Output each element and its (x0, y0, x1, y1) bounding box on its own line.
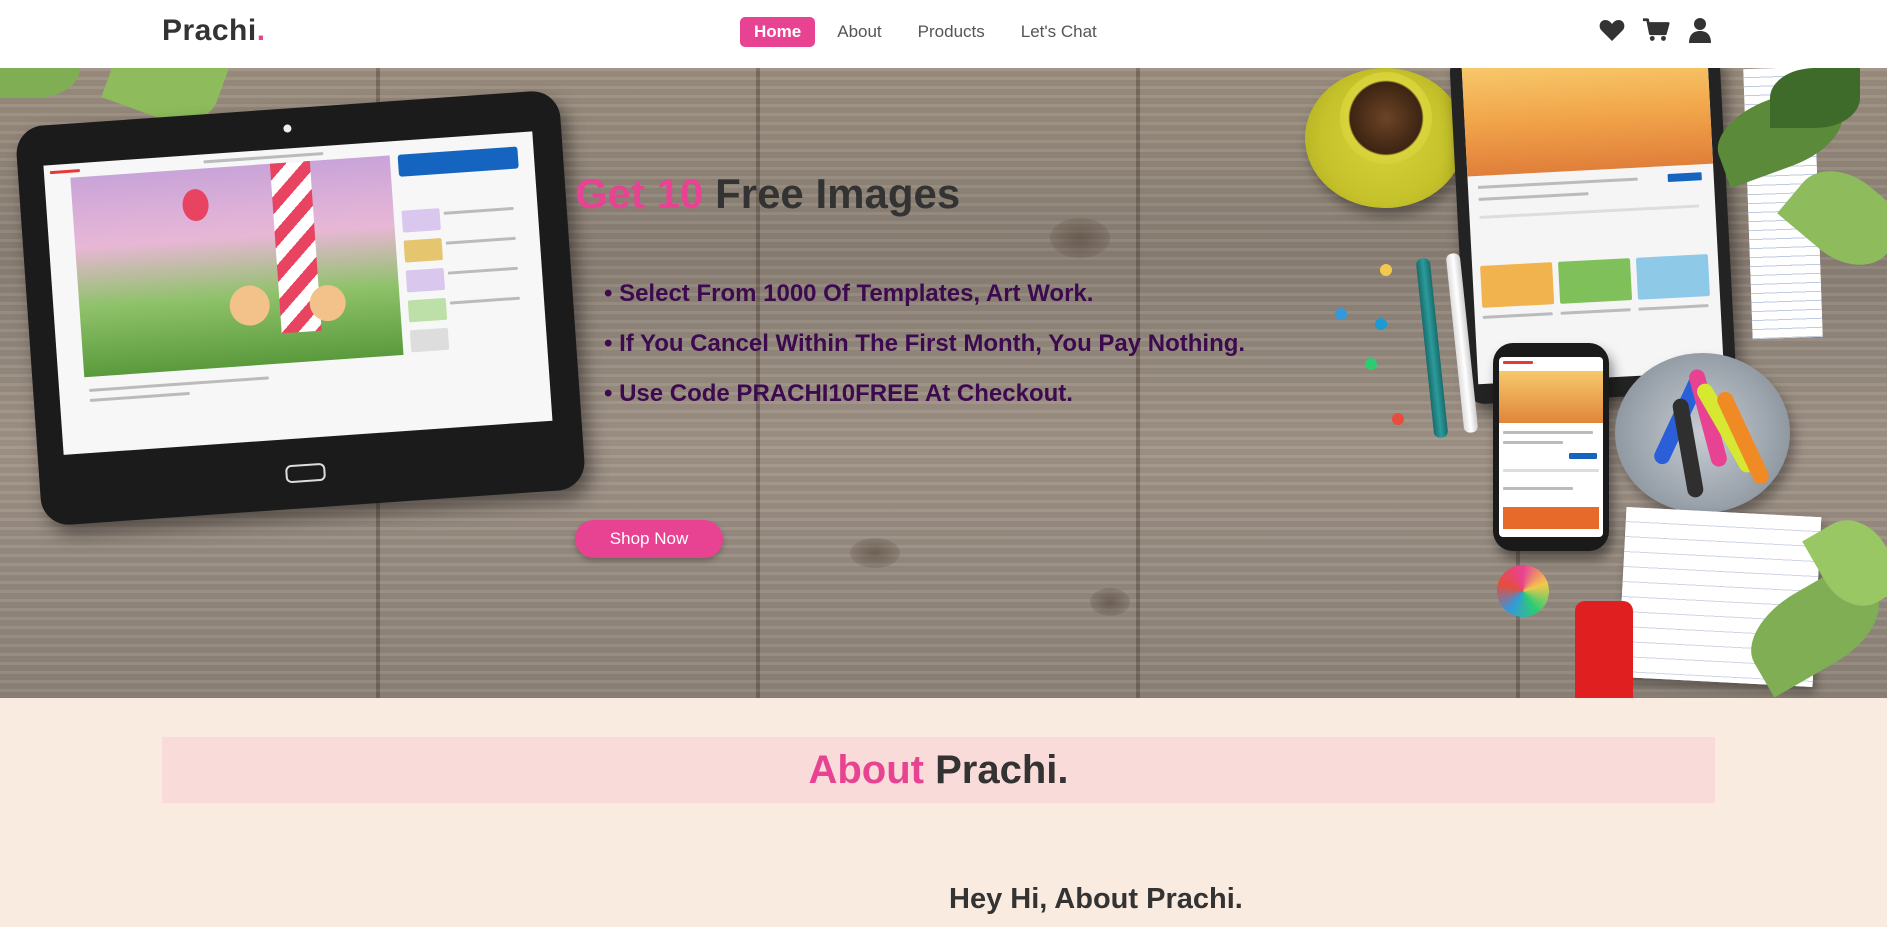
screen-line (1503, 441, 1563, 444)
screen-line (1479, 204, 1700, 219)
screen-thumbnail (405, 267, 446, 293)
wood-knot (850, 538, 900, 568)
screen-line (1503, 469, 1599, 472)
hero-benefit-item: • Use Code PRACHI10FREE At Checkout. (604, 380, 1073, 407)
brand-dot: . (256, 14, 266, 47)
screen-line (447, 266, 518, 275)
about-subheading: Hey Hi, About Prachi. (949, 883, 1243, 915)
screen-thumbnail (403, 237, 443, 263)
hero-benefit-item: • If You Cancel Within The First Month, … (604, 330, 1246, 357)
screen-line (445, 236, 516, 245)
screen-line (1503, 361, 1533, 364)
hero-title: Get 10 Free Images (575, 170, 960, 218)
rubber-band-ball (1497, 565, 1549, 617)
cart-icon[interactable] (1642, 16, 1670, 44)
screen-thumbnail (1503, 507, 1599, 529)
ad-banner (397, 146, 519, 177)
screen-thumbnail (409, 327, 450, 353)
screen-line (1503, 431, 1593, 434)
leaf-decoration (0, 68, 80, 98)
nav-links: Home About Products Let's Chat (740, 17, 1119, 47)
pen-decoration (1415, 257, 1449, 439)
hero-phone-image (1493, 343, 1609, 551)
nav-about-link[interactable]: About (823, 17, 895, 47)
hero-tablet-image (14, 89, 587, 527)
leaf-decoration (1770, 68, 1860, 128)
pushpin-decoration (1392, 413, 1404, 425)
brand-logo[interactable]: Prachi. (162, 14, 266, 48)
tablet-screen (43, 131, 553, 455)
stapler-decoration (1575, 601, 1633, 698)
coffee-cup (1340, 72, 1432, 164)
screen-line (1560, 308, 1631, 315)
nav-icons (1598, 16, 1714, 44)
brand-name: Prachi (162, 14, 257, 47)
tablet-camera (283, 124, 292, 133)
screen-thumbnail (401, 208, 441, 233)
screen-thumbnail (407, 297, 448, 323)
screen-line (1503, 487, 1573, 490)
about-title-rest: Prachi. (935, 747, 1069, 792)
shop-now-button[interactable]: Shop Now (575, 520, 723, 558)
screen-thumbnail (1557, 258, 1633, 304)
hero-banner: Get 10 Free Images • Select From 1000 Of… (0, 68, 1887, 698)
hero-benefit-item: • Select From 1000 Of Templates, Art Wor… (604, 280, 1094, 307)
wood-knot (1090, 588, 1130, 616)
hero-title-rest: Free Images (715, 170, 961, 217)
screen-thumbnail (1480, 262, 1555, 308)
pushpin-decoration (1375, 318, 1387, 330)
screen-line (89, 391, 190, 402)
tablet-home-button (284, 462, 327, 484)
about-title-accent: About (808, 747, 924, 792)
screen-line (1478, 192, 1589, 201)
hero-title-accent: Get 10 (575, 170, 704, 217)
screen-line (1638, 304, 1709, 311)
about-heading-bar: About Prachi. (162, 737, 1715, 803)
video-thumbnail (70, 155, 404, 378)
wood-knot (1050, 218, 1110, 258)
heart-icon[interactable] (1598, 16, 1626, 44)
screen-line (1667, 172, 1702, 183)
screen-line (89, 376, 269, 392)
screen-line (449, 296, 520, 305)
navbar: Prachi. Home About Products Let's Chat (0, 0, 1887, 68)
user-icon[interactable] (1686, 16, 1714, 44)
screen-thumbnail (1499, 371, 1603, 423)
screen-line (49, 169, 80, 175)
phone-screen (1499, 357, 1603, 537)
nav-chat-link[interactable]: Let's Chat (1007, 17, 1111, 47)
screen-line (1482, 312, 1553, 319)
screen-line (1477, 177, 1638, 189)
screen-line (443, 206, 514, 215)
hero-benefits-list: • Select From 1000 Of Templates, Art Wor… (604, 280, 1245, 430)
screen-thumbnail (1461, 68, 1714, 177)
pushpin-decoration (1380, 264, 1392, 276)
pushpin-decoration (1365, 358, 1377, 370)
nav-home-link[interactable]: Home (740, 17, 816, 47)
screen-line (1569, 453, 1597, 459)
screen-thumbnail (1635, 254, 1710, 300)
tablet-right-screen (1461, 68, 1724, 385)
pushpin-decoration (1335, 308, 1347, 320)
nav-products-link[interactable]: Products (904, 17, 999, 47)
about-title: About Prachi. (808, 748, 1068, 793)
